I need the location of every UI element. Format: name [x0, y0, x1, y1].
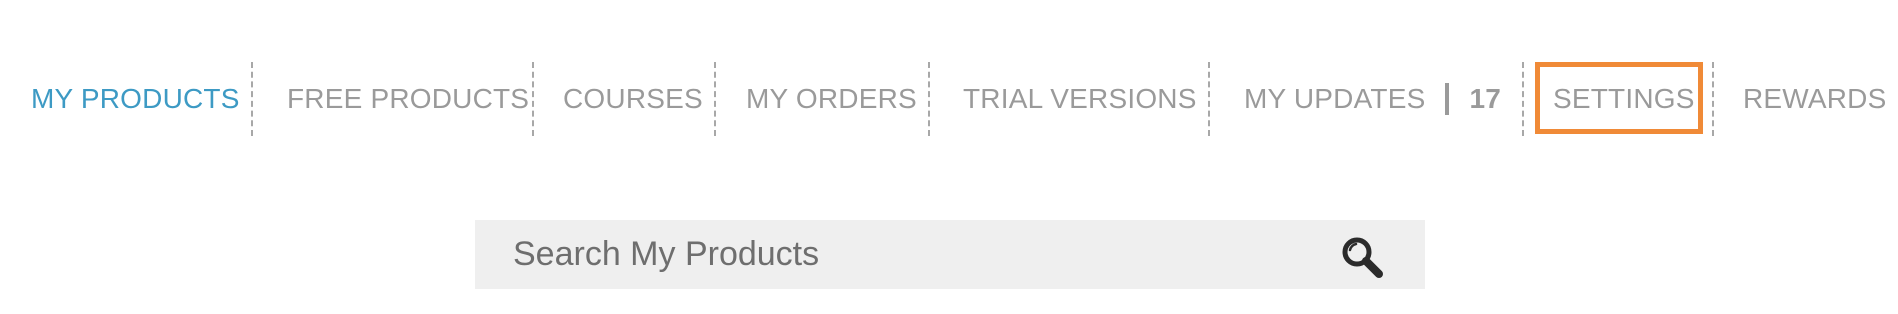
- tab-divider: [928, 62, 930, 136]
- tab-divider: [1522, 62, 1524, 136]
- tab-divider: [1712, 62, 1714, 136]
- search-bar: [475, 220, 1425, 289]
- search-input[interactable]: [511, 223, 1315, 286]
- tab-label: MY ORDERS: [746, 83, 917, 114]
- tab-my-orders[interactable]: MY ORDERS: [746, 62, 917, 136]
- page: MY PRODUCTS FREE PRODUCTS COURSES MY ORD…: [0, 0, 1898, 314]
- tab-my-updates[interactable]: MY UPDATES 17: [1244, 62, 1501, 136]
- tab-label: SETTINGS: [1553, 83, 1695, 114]
- tab-label: MY PRODUCTS: [31, 83, 240, 114]
- updates-count-badge: 17: [1469, 83, 1501, 114]
- tab-rewards[interactable]: REWARDS: [1743, 62, 1886, 136]
- tab-divider: [714, 62, 716, 136]
- tab-label: REWARDS: [1743, 83, 1887, 114]
- tab-trial-versions[interactable]: TRIAL VERSIONS: [963, 62, 1197, 136]
- tab-settings[interactable]: SETTINGS: [1553, 62, 1695, 136]
- updates-separator: [1445, 83, 1450, 115]
- tab-my-products[interactable]: MY PRODUCTS: [31, 62, 240, 136]
- tab-free-products[interactable]: FREE PRODUCTS: [287, 62, 529, 136]
- search-icon[interactable]: [1339, 234, 1385, 280]
- tab-divider: [251, 62, 253, 136]
- tab-divider: [1208, 62, 1210, 136]
- tab-courses[interactable]: COURSES: [563, 62, 703, 136]
- tab-label: TRIAL VERSIONS: [963, 83, 1197, 114]
- tab-label: FREE PRODUCTS: [287, 83, 530, 114]
- tab-label: MY UPDATES: [1244, 83, 1426, 114]
- tab-divider: [532, 62, 534, 136]
- tab-label: COURSES: [563, 83, 703, 114]
- product-nav: MY PRODUCTS FREE PRODUCTS COURSES MY ORD…: [0, 62, 1898, 136]
